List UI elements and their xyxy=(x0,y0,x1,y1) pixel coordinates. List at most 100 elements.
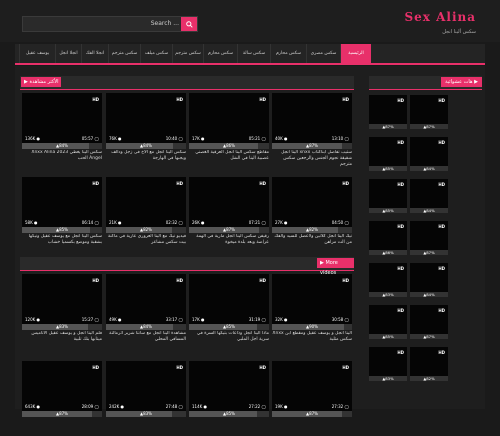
views-count: 17K ● xyxy=(192,317,205,322)
section-title[interactable]: ▶ More videos xyxy=(317,258,354,276)
rating-bar: ▲82% xyxy=(410,376,448,381)
nav-item-home[interactable]: الرئيسية xyxy=(340,44,371,63)
nav-item[interactable]: سكس محارم xyxy=(270,44,306,63)
hd-badge: HD xyxy=(438,266,445,271)
rating-bar: ▲84% xyxy=(106,324,186,330)
views-count: 19K ● xyxy=(275,404,288,409)
views-count: 120K ● xyxy=(25,317,41,322)
nav-item[interactable]: سكس محارم xyxy=(203,44,237,63)
search-input[interactable] xyxy=(23,17,183,31)
video-title[interactable]: Xnxx الينا انجل و يوسف عقيل ومقطع ابن سك… xyxy=(272,331,352,349)
nav-item[interactable]: سكس سالة xyxy=(237,44,270,63)
hd-badge: HD xyxy=(397,224,404,229)
nav-item[interactable]: انجلا الفك xyxy=(81,44,108,63)
clock-icon: ◯ xyxy=(94,220,99,225)
video-title[interactable]: ماذا الينا انجل وذاعات بتيكها السرة في س… xyxy=(189,331,269,349)
sidebar-video-thumbnail[interactable]: HD xyxy=(410,347,448,376)
rating-text: ▲84% xyxy=(423,292,435,297)
video-thumbnail[interactable]: HD 40K ● 13:10 ◯ xyxy=(272,93,352,143)
video-thumbnail[interactable]: HD 114K ● 27:22 ◯ xyxy=(189,361,269,411)
rating-bar: ▲87% xyxy=(272,143,352,149)
rating-bar: ▲84% xyxy=(410,166,448,171)
nav-item[interactable]: سكس مترجم xyxy=(108,44,140,63)
sidebar-video-thumbnail[interactable]: HD xyxy=(410,221,448,250)
video-thumbnail[interactable]: HD 643K ● 28:09 ◯ xyxy=(22,361,102,411)
video-thumbnail[interactable]: HD 242K ● 27:48 ◯ xyxy=(106,361,186,411)
video-title[interactable] xyxy=(272,418,352,436)
nav-item[interactable]: سكس ميلف xyxy=(140,44,172,63)
hd-badge: HD xyxy=(92,181,99,186)
rating-text: ▲86% xyxy=(223,143,235,148)
nav-item[interactable]: سكس مصري xyxy=(306,44,340,63)
video-thumbnail[interactable]: HD 120K ● 15:27 ◯ xyxy=(22,274,102,324)
site-header: Sex Alina سكس ألينا انجل xyxy=(0,0,500,42)
video-thumbnail[interactable]: HD 17K ● 05:21 ◯ xyxy=(189,93,269,143)
sidebar-video-thumbnail[interactable]: HD xyxy=(369,221,407,250)
video-thumbnail[interactable]: HD 49K ● 33:17 ◯ xyxy=(106,274,186,324)
sidebar-video-thumbnail[interactable]: HD xyxy=(369,347,407,376)
clock-icon: ◯ xyxy=(261,404,266,409)
video-title[interactable]: رقيفن سكس الينا انجل مارية في الهمة عراض… xyxy=(189,234,269,252)
hd-badge: HD xyxy=(176,365,183,370)
nav-item[interactable]: يوسف عقيل xyxy=(19,44,55,63)
sidebar-video-thumbnail[interactable]: HD xyxy=(410,263,448,292)
rating-bar: ▲87% xyxy=(410,334,448,339)
eye-icon: ● xyxy=(284,220,288,225)
rating-text: ▲82% xyxy=(423,376,435,381)
video-title[interactable]: مقاطع سكس الينا انجل العرقية الغصني عصبي… xyxy=(189,150,269,168)
sidebar-video-thumbnail[interactable]: HD xyxy=(410,95,448,124)
nav-item[interactable]: سكس مترجم xyxy=(172,44,203,63)
rating-text: ▲84% xyxy=(140,143,152,148)
video-thumbnail[interactable]: HD 19K ● 27:32 ◯ xyxy=(272,361,352,411)
sidebar-video-thumbnail[interactable]: HD xyxy=(369,305,407,334)
video-thumbnail[interactable]: HD 17K ● 31:19 ◯ xyxy=(189,274,269,324)
hd-badge: HD xyxy=(92,97,99,102)
site-logo[interactable]: Sex Alina xyxy=(404,10,476,24)
video-thumbnail[interactable]: HD 21K ● 02:32 ◯ xyxy=(106,177,186,227)
sidebar-video-thumbnail[interactable]: HD xyxy=(369,137,407,166)
video-title[interactable]: سكس الينا انجل مع الاخ فى زجل ودالف ويجب… xyxy=(106,150,186,168)
search-button[interactable] xyxy=(181,17,197,31)
clock-icon: ◯ xyxy=(344,317,349,322)
clock-icon: ◯ xyxy=(178,220,183,225)
clock-icon: ◯ xyxy=(344,136,349,141)
eye-icon: ● xyxy=(201,220,205,225)
video-thumbnail[interactable]: HD 32K ● 30:58 ◯ xyxy=(272,274,352,324)
video-title[interactable] xyxy=(106,418,186,436)
rating-text: ▲82% xyxy=(306,227,318,232)
sidebar-video-thumbnail[interactable]: HD xyxy=(369,95,407,124)
video-thumbnail[interactable]: HD 27K ● 04:50 ◯ xyxy=(272,177,352,227)
video-title[interactable]: نيك الينا انجل كلاتين ولاعضل للسيد والفك… xyxy=(272,234,352,252)
views-count: 27K ● xyxy=(275,220,288,225)
sidebar-video-thumbnail[interactable]: HD xyxy=(410,305,448,334)
video-thumbnail[interactable]: HD 26K ● 07:21 ◯ xyxy=(189,177,269,227)
section-title[interactable]: ▶ الأكثر مشاهدة xyxy=(21,77,62,87)
sidebar-video-thumbnail[interactable]: HD xyxy=(410,179,448,208)
sidebar-video-thumbnail[interactable]: HD xyxy=(410,137,448,166)
eye-icon: ● xyxy=(36,404,41,409)
video-title[interactable]: فلم الينا انجل و يوسف عقيل الاتاميس ميتا… xyxy=(22,331,102,349)
hd-badge: HD xyxy=(438,182,445,187)
video-title[interactable] xyxy=(22,418,102,436)
rating-text: ▲85% xyxy=(56,227,68,232)
video-title[interactable] xyxy=(189,418,269,436)
video-thumbnail[interactable]: HD 136K ● 05:57 ◯ xyxy=(22,93,102,143)
video-title[interactable]: فيديو نيك مع الينا العروري عارية في ماكن… xyxy=(106,234,186,252)
video-title[interactable]: Xnxx Alina 2023 سكس الينا يغطي الحب Ange… xyxy=(22,150,102,168)
search-box xyxy=(22,16,198,32)
video-title[interactable]: الينا انجل xnxx ستيب تفاصل ابناكتاب شقيق… xyxy=(272,150,352,168)
hd-badge: HD xyxy=(342,97,349,102)
hd-badge: HD xyxy=(397,350,404,355)
duration: 33:17 ◯ xyxy=(165,317,183,322)
video-thumbnail[interactable]: HD 76K ● 10:40 ◯ xyxy=(106,93,186,143)
rating-text: ▲83% xyxy=(382,292,394,297)
video-title[interactable]: سكس الينا انجل مع يوسف عقيل ونيكها بشقبة… xyxy=(22,234,102,252)
rating-bar: ▲84% xyxy=(22,143,102,149)
video-thumbnail[interactable]: HD 58K ● 06:14 ◯ xyxy=(22,177,102,227)
sidebar-video-thumbnail[interactable]: HD xyxy=(369,263,407,292)
rating-text: ▲86% xyxy=(382,250,394,255)
sidebar-video-thumbnail[interactable]: HD xyxy=(369,179,407,208)
rating-text: ▲87% xyxy=(382,124,394,129)
nav-item[interactable]: انجلا انجل xyxy=(55,44,81,63)
video-title[interactable]: مشاهدة الينا انجل مع سانتا شرير اثرمالتة… xyxy=(106,331,186,349)
